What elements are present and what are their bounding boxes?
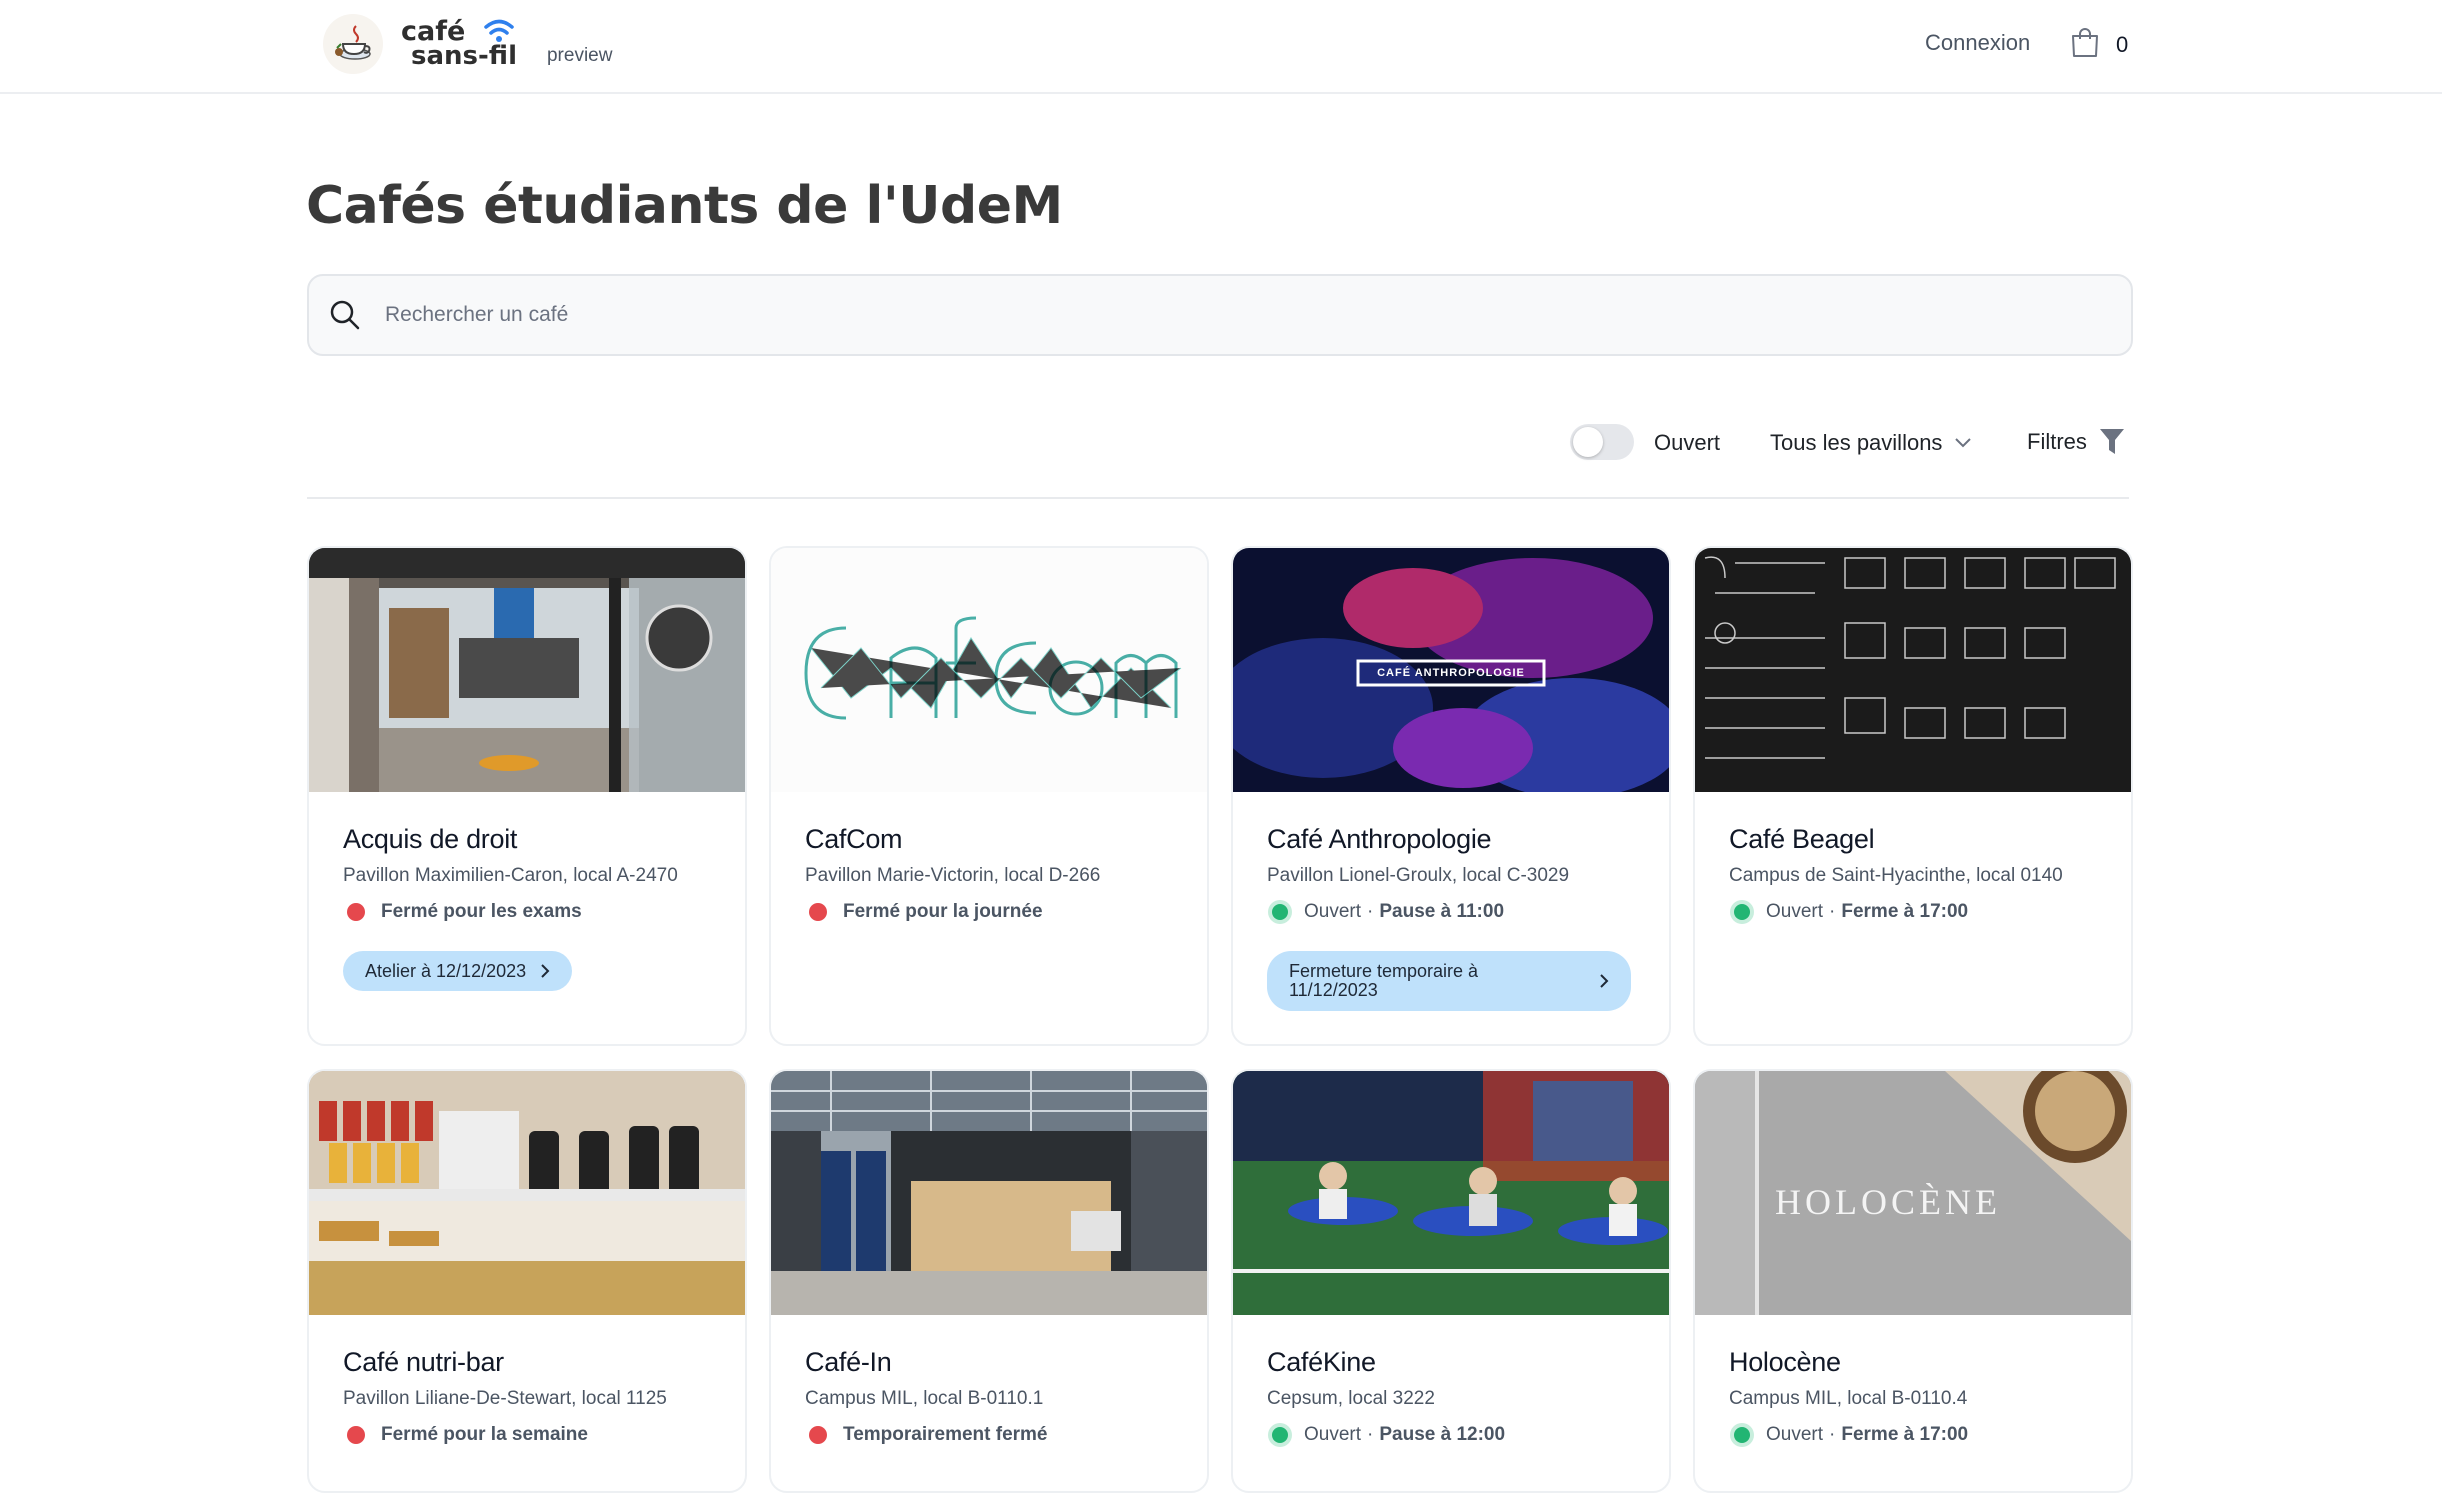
- cafe-card[interactable]: CAFÉ ANTHROPOLOGIE Café Anthropologie Pa…: [1231, 546, 1671, 1046]
- cafe-status: Temporairement fermé: [805, 1424, 1173, 1446]
- status-open-dot: [1734, 904, 1750, 920]
- login-link[interactable]: Connexion: [1925, 30, 2030, 56]
- cafe-location: Pavillon Marie-Victorin, local D-266: [805, 865, 1101, 886]
- cart-button[interactable]: 0: [2070, 26, 2128, 63]
- cafe-status: Fermé pour les exams: [343, 901, 711, 923]
- cafe-status: Ouvert · Pause à 12:00: [1267, 1424, 1635, 1446]
- status-detail: Ferme à 17:00: [1841, 901, 1969, 922]
- cafe-name: Café-In: [805, 1347, 892, 1377]
- cart-count: 0: [2116, 31, 2129, 57]
- pavilions-dropdown-label: Tous les pavillons: [1770, 430, 1943, 455]
- cafe-status: Fermé pour la journée: [805, 901, 1173, 923]
- chevron-right-icon: [1599, 973, 1609, 989]
- cafe-status: Ouvert · Pause à 11:00: [1267, 901, 1635, 923]
- filters-button-label: Filtres: [2027, 429, 2087, 454]
- status-text: Temporairement fermé: [843, 1424, 1048, 1445]
- status-detail: Ferme à 17:00: [1841, 1424, 1969, 1445]
- wifi-icon: [483, 17, 515, 50]
- cafe-photo: [771, 1071, 1207, 1315]
- page-title: Cafés étudiants de l'UdeM: [306, 176, 1063, 236]
- cafe-name: Café nutri-bar: [343, 1347, 504, 1377]
- status-closed-dot: [347, 1426, 365, 1444]
- status-separator: ·: [1829, 901, 1836, 922]
- status-text: Fermé pour la journée: [843, 901, 1043, 922]
- cafe-location: Pavillon Lionel-Groulx, local C-3029: [1267, 865, 1570, 886]
- shopping-bag-icon: [2070, 26, 2100, 63]
- search-bar: [307, 274, 2133, 356]
- preview-badge: preview: [546, 45, 613, 66]
- cafe-card[interactable]: CafCom Pavillon Marie-Victorin, local D-…: [769, 546, 1209, 1046]
- logo-wordmark: café sans-fil: [401, 17, 517, 69]
- event-pill-label: Atelier à 12/12/2023: [365, 960, 527, 981]
- cafe-card[interactable]: Acquis de droit Pavillon Maximilien-Caro…: [307, 546, 747, 1046]
- top-navbar: café sans-fil preview Connexion 0: [0, 0, 2442, 94]
- cafe-name: Acquis de droit: [343, 824, 518, 854]
- status-detail: Pause à 12:00: [1379, 1424, 1506, 1445]
- cafe-photo: [1233, 1071, 1669, 1315]
- status-open-dot: [1734, 1427, 1750, 1443]
- open-toggle[interactable]: [1570, 424, 1634, 460]
- pavilions-dropdown[interactable]: Tous les pavillons: [1770, 430, 1972, 456]
- cafe-status: Ouvert · Ferme à 17:00: [1729, 901, 2097, 923]
- open-toggle-label[interactable]: Ouvert: [1654, 430, 1720, 456]
- cafe-card[interactable]: HOLOCÈNE Holocène Campus MIL, local B-01…: [1693, 1069, 2133, 1493]
- status-separator: ·: [1367, 901, 1374, 922]
- image-caption: CAFÉ ANTHROPOLOGIE: [1377, 667, 1525, 679]
- status-text: Fermé pour les exams: [381, 901, 582, 922]
- search-icon: [329, 299, 361, 331]
- status-detail: Pause à 11:00: [1379, 901, 1505, 922]
- status-text: Ouvert: [1304, 1424, 1362, 1445]
- event-pill[interactable]: Fermeture temporaire à 11/12/2023: [1267, 951, 1631, 1011]
- cafe-card[interactable]: Café-In Campus MIL, local B-0110.1 Tempo…: [769, 1069, 1209, 1493]
- filters-button[interactable]: Filtres: [2027, 428, 2125, 456]
- cafe-location: Campus MIL, local B-0110.1: [805, 1388, 1044, 1409]
- cafe-photo: [771, 548, 1207, 792]
- cafe-name: CafCom: [805, 824, 903, 854]
- image-caption: HOLOCÈNE: [1775, 1182, 2001, 1222]
- event-pill-label: Fermeture temporaire à 11/12/2023: [1289, 961, 1479, 1000]
- cafe-location: Cepsum, local 3222: [1267, 1388, 1435, 1409]
- cafe-photo: HOLOCÈNE: [1695, 1071, 2131, 1315]
- cafe-location: Pavillon Maximilien-Caron, local A-2470: [343, 865, 678, 886]
- cafe-photo: [309, 1071, 745, 1315]
- status-closed-dot: [809, 1426, 827, 1444]
- cafe-location: Pavillon Liliane-De-Stewart, local 1125: [343, 1388, 667, 1409]
- cafe-name: CaféKine: [1267, 1347, 1376, 1377]
- cafe-photo: CAFÉ ANTHROPOLOGIE: [1233, 548, 1669, 792]
- status-text: Ouvert: [1304, 901, 1362, 922]
- cafe-name: Café Beagel: [1729, 824, 1875, 854]
- cafe-card[interactable]: Café Beagel Campus de Saint-Hyacinthe, l…: [1693, 546, 2133, 1046]
- cafe-location: Campus de Saint-Hyacinthe, local 0140: [1729, 865, 2063, 886]
- cafe-card[interactable]: Café nutri-bar Pavillon Liliane-De-Stewa…: [307, 1069, 747, 1493]
- event-pill[interactable]: Atelier à 12/12/2023: [343, 951, 573, 991]
- filter-bar: Ouvert Tous les pavillons Filtres: [1570, 424, 2130, 464]
- toggle-knob: [1573, 427, 1603, 457]
- status-separator: ·: [1829, 1424, 1836, 1445]
- status-closed-dot: [347, 903, 365, 921]
- status-text: Ouvert: [1766, 1424, 1824, 1445]
- cafe-card[interactable]: CaféKine Cepsum, local 3222 Ouvert · Pau…: [1231, 1069, 1671, 1493]
- status-open-dot: [1272, 904, 1288, 920]
- home-logo-link[interactable]: café sans-fil preview: [323, 14, 612, 74]
- cafe-name: Café Anthropologie: [1267, 824, 1492, 854]
- cafe-photo: [309, 548, 745, 792]
- cafe-location: Campus MIL, local B-0110.4: [1729, 1388, 1968, 1409]
- search-input[interactable]: [383, 302, 1987, 328]
- coffee-cup-logo-icon: [323, 14, 383, 74]
- status-open-dot: [1272, 1427, 1288, 1443]
- cafe-photo: [1695, 548, 2131, 792]
- filter-divider: [307, 497, 2129, 499]
- status-separator: ·: [1367, 1424, 1374, 1445]
- status-text: Ouvert: [1766, 901, 1824, 922]
- cafe-status: Ouvert · Ferme à 17:00: [1729, 1424, 2097, 1446]
- cafe-name: Holocène: [1729, 1347, 1841, 1377]
- chevron-right-icon: [540, 963, 550, 979]
- cafe-status: Fermé pour la semaine: [343, 1424, 711, 1446]
- funnel-icon: [2099, 428, 2125, 456]
- status-text: Fermé pour la semaine: [381, 1424, 588, 1445]
- status-closed-dot: [809, 903, 827, 921]
- chevron-down-icon: [1954, 437, 1972, 449]
